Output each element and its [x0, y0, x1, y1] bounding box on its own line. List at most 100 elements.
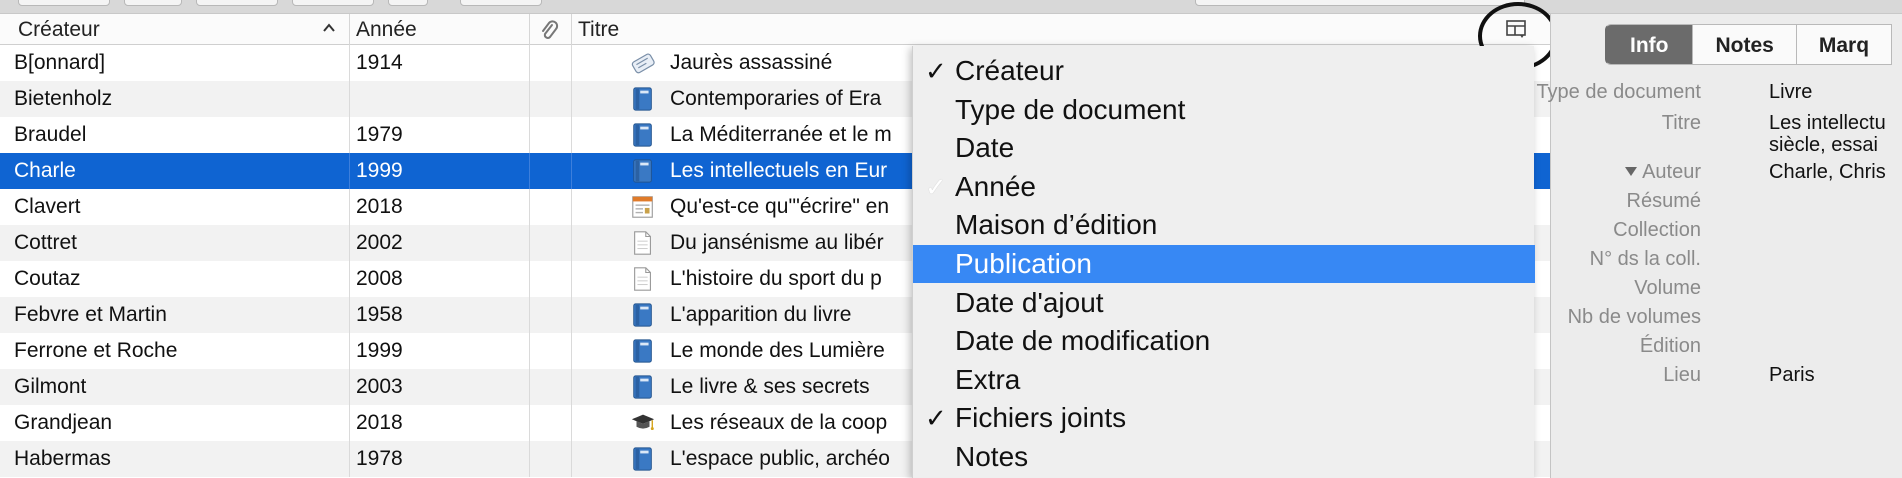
field-value[interactable]: Charle, Chris [1769, 161, 1886, 184]
menu-item-column[interactable]: Type de document [913, 91, 1535, 129]
disclosure-triangle-icon[interactable] [1625, 167, 1638, 176]
field-value[interactable]: Paris [1769, 364, 1815, 387]
field-label-text: Titre [1661, 112, 1701, 134]
menu-item-label: Créateur [955, 55, 1064, 86]
field-label: Résumé [1627, 190, 1701, 213]
checkmark-icon: ✓ [925, 403, 947, 434]
cell-item-type [628, 117, 658, 153]
menu-item-column[interactable]: Notes [913, 438, 1535, 476]
field-label: Édition [1640, 335, 1701, 358]
menu-item-column[interactable]: Maison d’édition [913, 206, 1535, 244]
cell-attachments [530, 261, 572, 297]
field-label-text: Édition [1639, 335, 1701, 357]
toolbar-button[interactable] [196, 0, 278, 6]
column-picker-menu: ✓ Créateur Type de document Date ✓ Année Maiso… [912, 46, 1535, 478]
field-label-text: Type de document [1536, 81, 1701, 103]
tab-info[interactable]: Info [1605, 24, 1694, 65]
column-header-bar: Créateur Année Titre [0, 14, 1550, 45]
field-label: Lieu [1663, 364, 1701, 387]
menu-item-column[interactable]: ✓ Créateur [913, 52, 1535, 90]
book-icon [633, 339, 652, 363]
cell-attachments [530, 81, 572, 117]
menu-item-label: Type de document [955, 93, 1186, 125]
zotero-window: Créateur Année Titre B[onnard] 1914 Jaurès… [0, 0, 1902, 478]
cell-year: 2008 [350, 261, 530, 297]
column-header-attachments[interactable] [530, 14, 572, 45]
toolbar-button[interactable] [292, 0, 374, 6]
menu-item-label: Extra [955, 363, 1021, 395]
thesis-icon [631, 414, 655, 431]
toolbar-button[interactable] [388, 0, 428, 6]
item-pane: Info Notes Marq Type de document Livre Titre… [1536, 14, 1902, 478]
menu-item-column[interactable]: Date [913, 129, 1535, 167]
toolbar-strip [0, 0, 1902, 14]
field-label: Titre [1662, 112, 1701, 135]
cell-item-type [628, 405, 658, 441]
column-header-creator-label: Créateur [18, 18, 100, 41]
menu-item-column[interactable]: ✓ Année [913, 168, 1535, 206]
book-icon [633, 375, 652, 399]
cell-item-type [628, 189, 658, 225]
tab-notes[interactable]: Notes [1693, 24, 1797, 65]
field-label-text: Volume [1634, 277, 1701, 299]
cell-attachments [530, 369, 572, 405]
column-header-title[interactable]: Titre [572, 14, 1548, 45]
field-label: Volume [1634, 277, 1701, 300]
cell-year: 1978 [350, 441, 530, 477]
tab-marq[interactable]: Marq [1796, 24, 1893, 65]
menu-item-label: Fichiers joints [955, 402, 1127, 434]
menu-item-column[interactable]: Date d'ajout [913, 284, 1535, 322]
menu-item-label: Maison d’édition [955, 209, 1158, 241]
field-row: N° ds la coll. [1551, 248, 1902, 278]
field-label-text: Lieu [1663, 364, 1701, 386]
field-row: Collection [1551, 219, 1902, 249]
cell-year: 2002 [350, 225, 530, 261]
field-value[interactable]: Les intellectu [1769, 112, 1886, 135]
cell-attachments [530, 441, 572, 477]
field-label: Type de document [1536, 81, 1701, 104]
toolbar-button[interactable] [460, 0, 542, 6]
field-value[interactable]: Livre [1769, 81, 1812, 104]
field-label: N° ds la coll. [1590, 248, 1701, 271]
field-label: Collection [1613, 219, 1701, 242]
checkmark-icon: ✓ [925, 171, 947, 202]
field-label: Nb de volumes [1568, 306, 1701, 329]
cell-attachments [530, 153, 572, 189]
field-label[interactable]: Auteur [1625, 161, 1701, 184]
menu-item-label: Date de modification [955, 325, 1211, 357]
menu-item-label: Année [955, 170, 1036, 202]
cell-year: 1979 [350, 117, 530, 153]
cell-creator: Ferrone et Roche [0, 333, 350, 369]
column-header-year[interactable]: Année [350, 14, 530, 45]
toolbar-button[interactable] [124, 0, 182, 6]
book-icon [633, 159, 652, 183]
field-row: Lieu Paris [1551, 364, 1902, 394]
cell-creator: Habermas [0, 441, 350, 477]
book-icon [633, 303, 652, 327]
document-icon [634, 231, 651, 255]
cell-item-type [628, 45, 658, 81]
document-icon [634, 267, 651, 291]
menu-item-column[interactable]: Extra [913, 361, 1535, 399]
cell-creator: Coutaz [0, 261, 350, 297]
field-value-line2[interactable]: siècle, essai [1769, 134, 1878, 157]
cell-year: 1958 [350, 297, 530, 333]
cell-creator: Febvre et Martin [0, 297, 350, 333]
toolbar-button[interactable] [18, 0, 110, 6]
cell-item-type [628, 225, 658, 261]
web-page-icon [632, 196, 653, 218]
column-header-creator[interactable]: Créateur [0, 14, 350, 45]
cell-attachments [530, 405, 572, 441]
cell-creator: Cottret [0, 225, 350, 261]
menu-item-column[interactable]: Date de modification [913, 322, 1535, 360]
cell-creator: B[onnard] [0, 45, 350, 81]
search-field[interactable] [1195, 0, 1525, 6]
menu-item-column[interactable]: ✓ Fichiers joints [913, 399, 1535, 437]
menu-item-label: Date d'ajout [955, 286, 1104, 318]
field-label-text: Auteur [1642, 161, 1701, 183]
cell-creator: Braudel [0, 117, 350, 153]
cell-creator: Bietenholz [0, 81, 350, 117]
menu-item-label: Notes [955, 441, 1029, 472]
column-header-year-label: Année [356, 18, 417, 41]
menu-item-column[interactable]: Publication [913, 245, 1535, 283]
